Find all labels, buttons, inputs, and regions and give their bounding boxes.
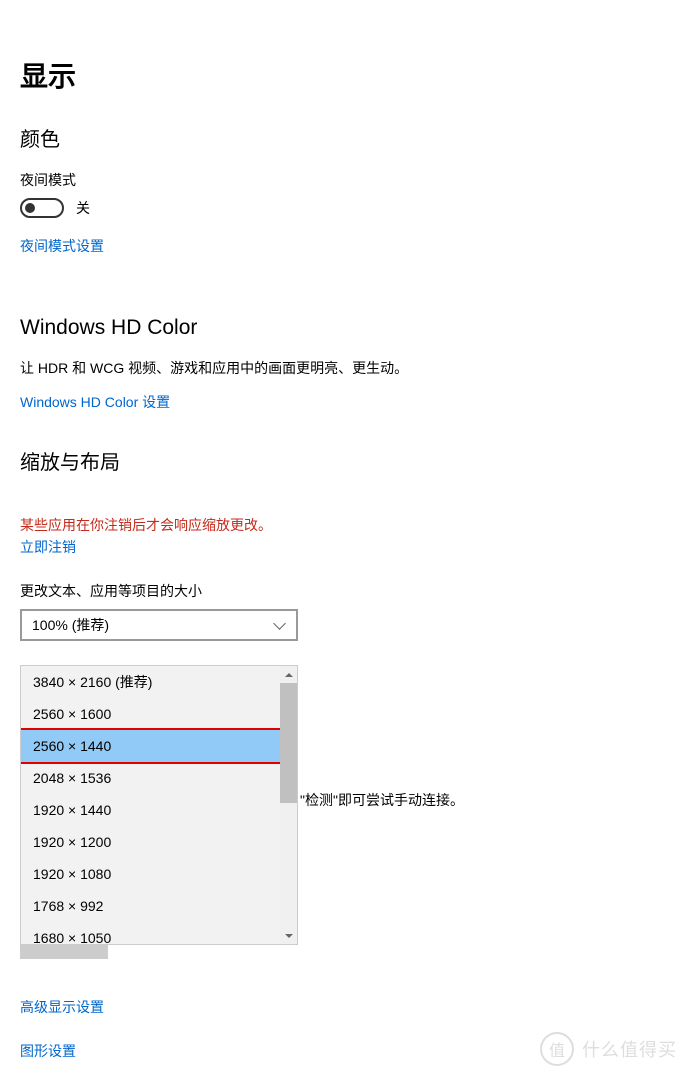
page-title: 显示 — [20, 55, 689, 95]
resolution-option[interactable]: 1920 × 1080 — [21, 858, 280, 890]
scale-label: 更改文本、应用等项目的大小 — [20, 581, 689, 601]
night-mode-settings-link[interactable]: 夜间模式设置 — [20, 236, 104, 256]
section-title-hdcolor: Windows HD Color — [20, 316, 689, 340]
resolution-option[interactable]: 2560 × 1600 — [21, 698, 280, 730]
chevron-down-icon — [274, 622, 286, 629]
arrow-down-icon — [285, 934, 293, 938]
hdcolor-description: 让 HDR 和 WCG 视频、游戏和应用中的画面更明亮、更生动。 — [20, 358, 689, 378]
resolution-option[interactable]: 2048 × 1536 — [21, 762, 280, 794]
night-mode-label: 夜间模式 — [20, 170, 689, 190]
scale-dropdown-value: 100% (推荐) — [32, 615, 109, 635]
signout-link[interactable]: 立即注销 — [20, 537, 76, 557]
arrow-up-icon — [285, 673, 293, 677]
resolution-option[interactable]: 1680 × 1050 — [21, 922, 280, 944]
resolution-option[interactable]: 1768 × 992 — [21, 890, 280, 922]
scroll-thumb[interactable] — [280, 683, 297, 803]
scale-dropdown[interactable]: 100% (推荐) — [20, 609, 298, 641]
resolution-option[interactable]: 2560 × 1440 — [21, 730, 280, 762]
section-title-color: 颜色 — [20, 123, 689, 152]
watermark-icon: 值 — [540, 1032, 574, 1066]
night-mode-state: 关 — [76, 198, 90, 218]
advanced-display-link[interactable]: 高级显示设置 — [20, 997, 689, 1017]
scale-warning: 某些应用在你注销后才会响应缩放更改。 — [20, 515, 689, 535]
obscured-control — [20, 945, 108, 959]
watermark-text: 什么值得买 — [582, 1036, 677, 1062]
section-title-scale: 缩放与布局 — [20, 446, 689, 475]
toggle-knob — [25, 203, 35, 213]
scroll-up-button[interactable] — [280, 666, 297, 683]
resolution-option[interactable]: 3840 × 2160 (推荐) — [21, 666, 280, 698]
resolution-option[interactable]: 1920 × 1200 — [21, 826, 280, 858]
resolution-option[interactable]: 1920 × 1440 — [21, 794, 280, 826]
hdcolor-settings-link[interactable]: Windows HD Color 设置 — [20, 392, 170, 412]
scroll-down-button[interactable] — [280, 927, 297, 944]
scrollbar[interactable] — [280, 666, 297, 944]
detect-hint-text: "检测"即可尝试手动连接。 — [300, 790, 464, 810]
scroll-track[interactable] — [280, 683, 297, 927]
night-mode-toggle[interactable] — [20, 198, 64, 218]
watermark: 值 什么值得买 — [540, 1032, 677, 1066]
resolution-listbox[interactable]: 3840 × 2160 (推荐)2560 × 16002560 × 144020… — [20, 665, 298, 945]
highlight-annotation — [21, 728, 280, 764]
